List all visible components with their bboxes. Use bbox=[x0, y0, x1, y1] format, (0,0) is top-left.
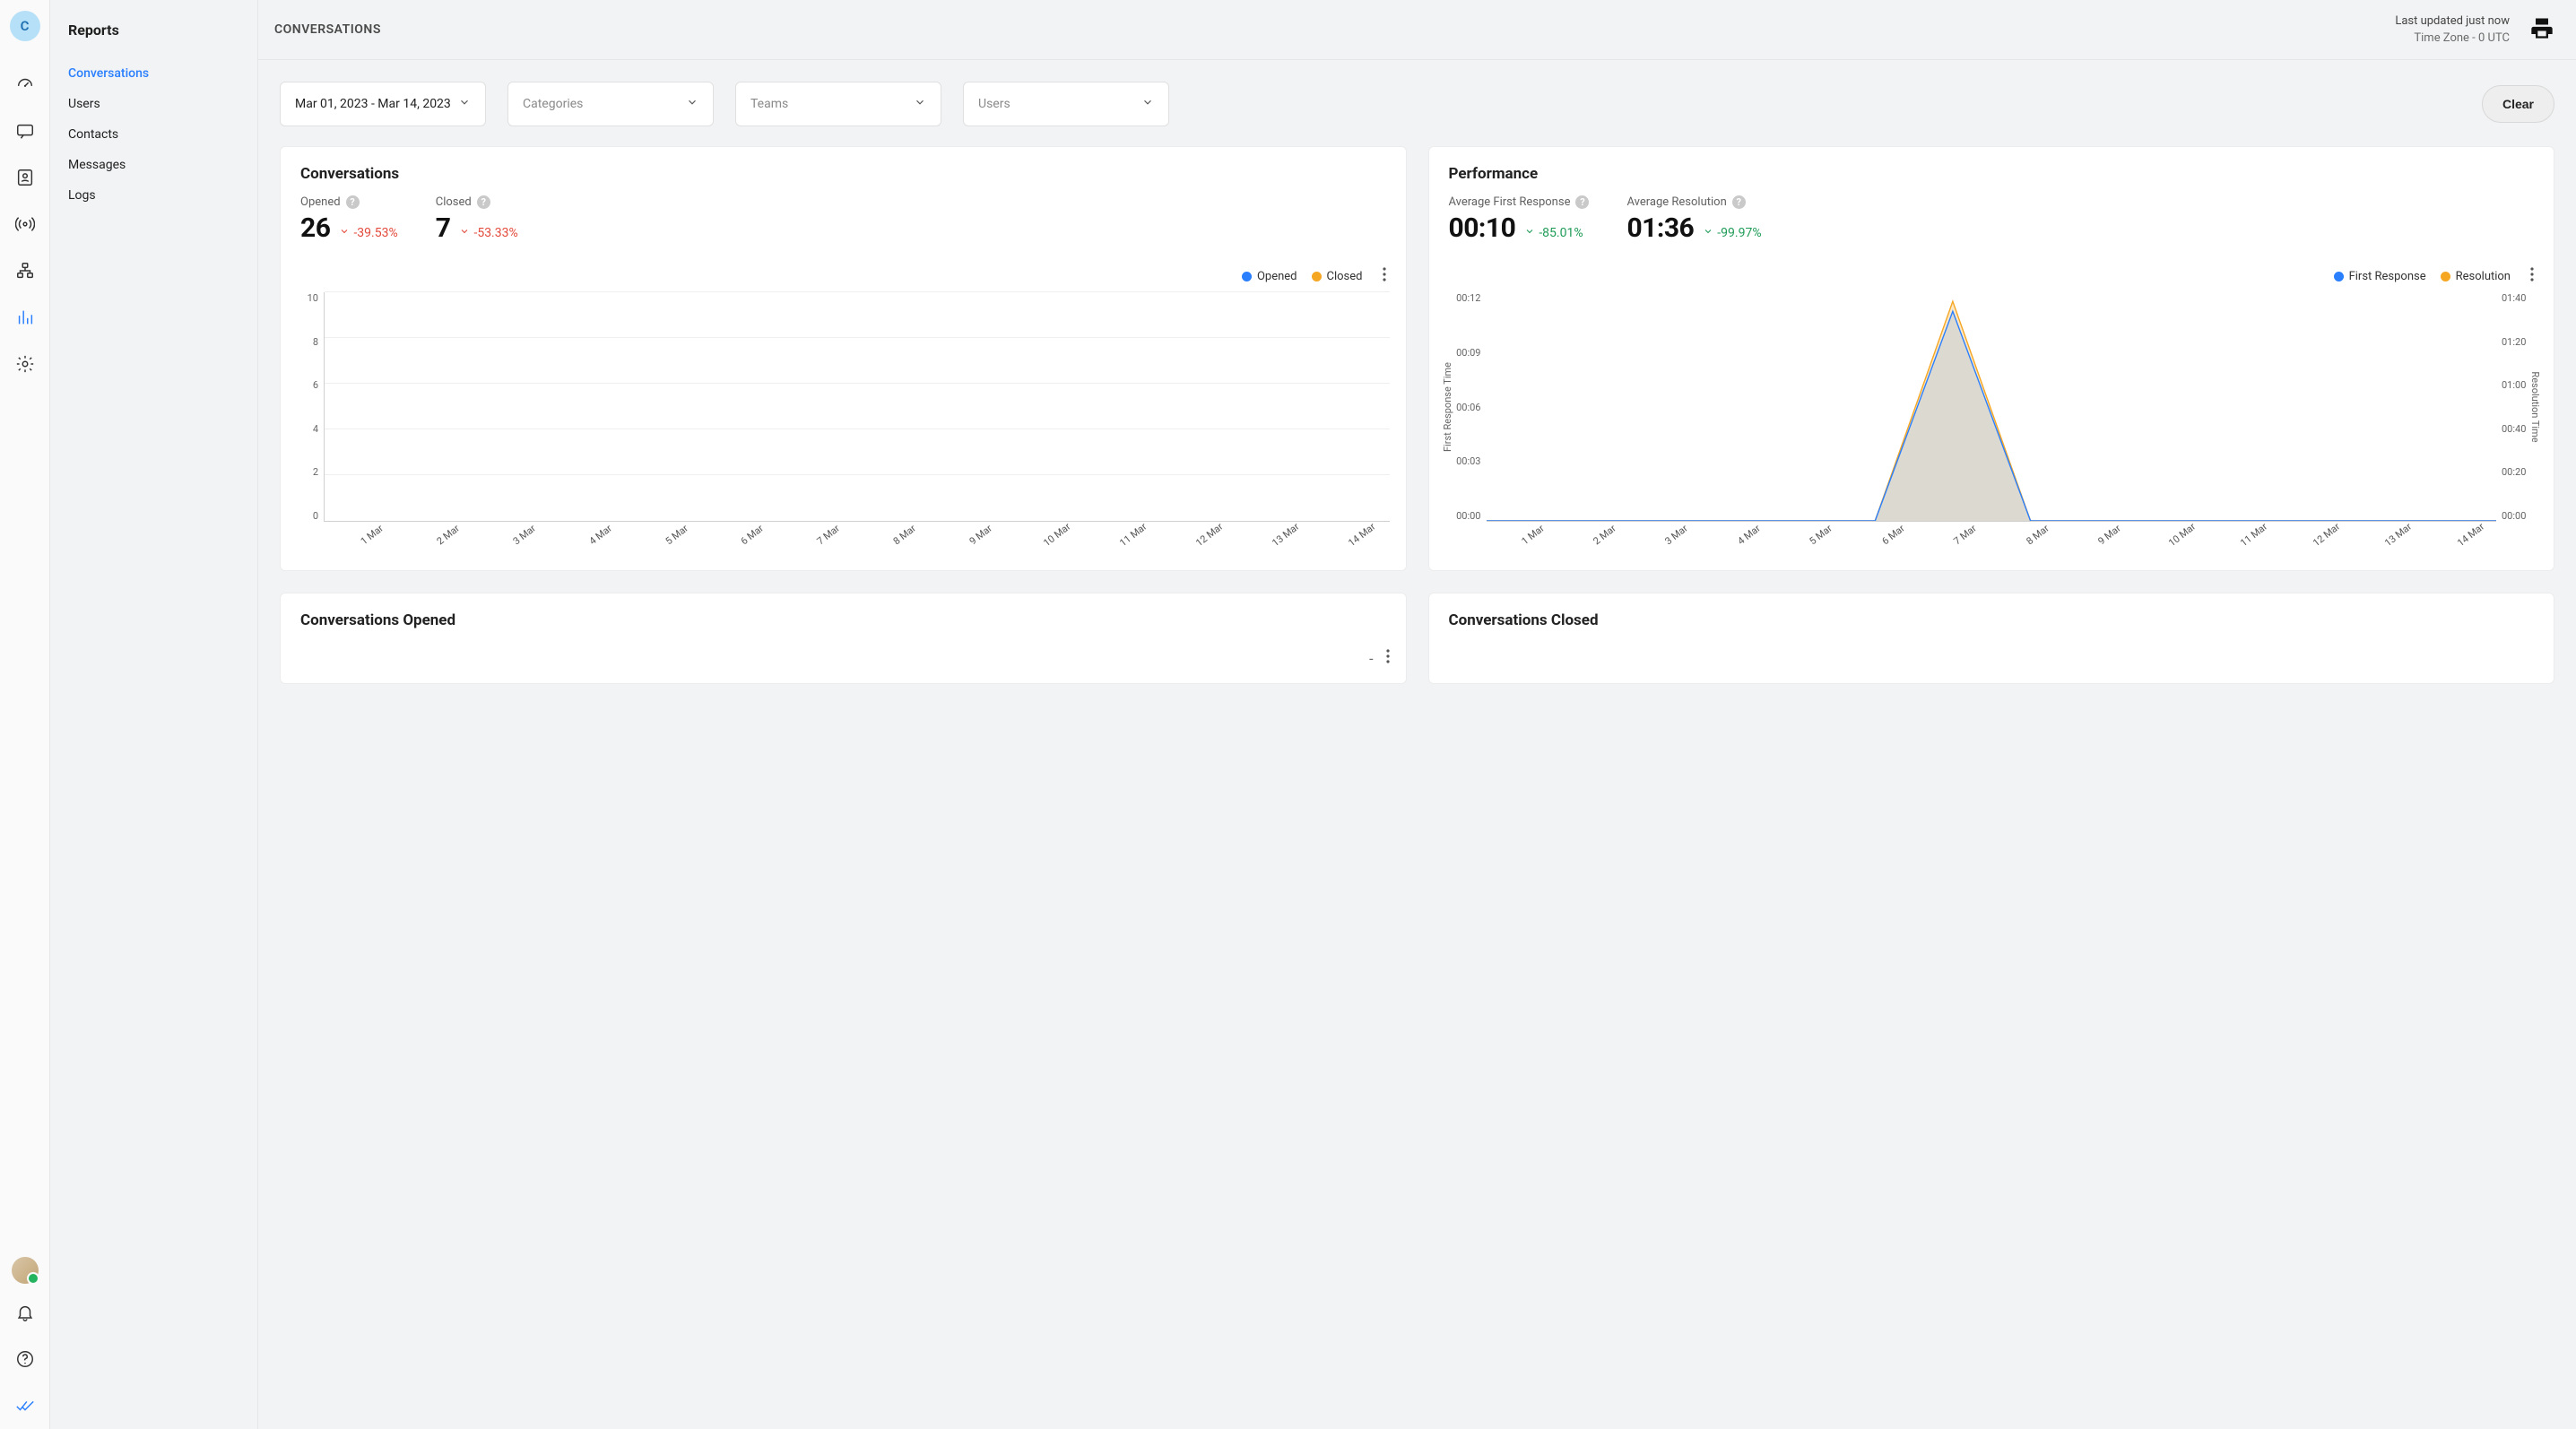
chevron-down-icon bbox=[686, 96, 698, 112]
help-icon[interactable]: ? bbox=[477, 195, 490, 209]
afr-label: Average First Response bbox=[1449, 195, 1571, 209]
ares-delta: -99.97% bbox=[1703, 226, 1761, 240]
teams-placeholder: Teams bbox=[750, 97, 788, 111]
legend-opened: Opened bbox=[1242, 270, 1297, 283]
users-filter[interactable]: Users bbox=[963, 82, 1169, 126]
afr-value: 00:10 bbox=[1449, 212, 1516, 244]
nav-rail: C bbox=[0, 0, 50, 1429]
notifications-icon[interactable] bbox=[7, 1295, 43, 1330]
arrow-down-icon bbox=[459, 226, 470, 240]
dashboard-icon[interactable] bbox=[7, 66, 43, 102]
teams-filter[interactable]: Teams bbox=[735, 82, 941, 126]
page-title: CONVERSATIONS bbox=[274, 22, 381, 37]
conversations-closed-card: Conversations Closed bbox=[1428, 593, 2555, 684]
date-range-value: Mar 01, 2023 - Mar 14, 2023 bbox=[295, 97, 451, 111]
help-icon[interactable]: ? bbox=[346, 195, 360, 209]
org-icon[interactable] bbox=[7, 253, 43, 289]
sidebar-item-conversations[interactable]: Conversations bbox=[68, 58, 257, 89]
performance-card: Performance Average First Response ? 00:… bbox=[1428, 146, 2555, 571]
opened-value: 26 bbox=[300, 212, 330, 244]
settings-icon[interactable] bbox=[7, 346, 43, 382]
arrow-down-icon bbox=[339, 226, 350, 240]
current-user-avatar[interactable] bbox=[12, 1257, 39, 1284]
conversations-card-title: Conversations bbox=[300, 165, 1386, 183]
help-icon[interactable]: ? bbox=[1575, 195, 1589, 209]
afr-delta: -85.01% bbox=[1524, 226, 1583, 240]
legend-resolution: Resolution bbox=[2441, 270, 2511, 283]
double-check-icon[interactable] bbox=[7, 1388, 43, 1424]
help-icon[interactable]: ? bbox=[1732, 195, 1746, 209]
filter-row: Mar 01, 2023 - Mar 14, 2023 Categories T… bbox=[280, 82, 2554, 126]
sidebar-title: Reports bbox=[68, 22, 257, 39]
conversations-card: Conversations Opened ? 26 bbox=[280, 146, 1407, 571]
last-updated-text: Last updated just now bbox=[2395, 13, 2510, 30]
opened-delta: -39.53% bbox=[339, 226, 397, 240]
conversations-bar-chart: 1086420 bbox=[297, 292, 1390, 522]
print-icon[interactable] bbox=[2529, 15, 2554, 44]
header-meta: Last updated just now Time Zone - 0 UTC bbox=[2395, 13, 2510, 48]
chevron-down-icon bbox=[1141, 96, 1154, 112]
chart-menu-icon[interactable] bbox=[1377, 267, 1386, 285]
legend-first-response: First Response bbox=[2334, 270, 2426, 283]
ares-value: 01:36 bbox=[1626, 212, 1694, 244]
opened-label: Opened bbox=[300, 195, 341, 209]
categories-placeholder: Categories bbox=[523, 97, 583, 111]
chart-menu-icon[interactable] bbox=[2525, 267, 2534, 285]
closed-delta: -53.33% bbox=[459, 226, 517, 240]
contacts-icon[interactable] bbox=[7, 160, 43, 195]
users-placeholder: Users bbox=[978, 97, 1010, 111]
conversations-opened-card: Conversations Opened - bbox=[280, 593, 1407, 684]
sidebar-item-contacts[interactable]: Contacts bbox=[68, 119, 257, 150]
messages-icon[interactable] bbox=[7, 113, 43, 149]
sidebar-item-messages[interactable]: Messages bbox=[68, 150, 257, 180]
ares-label: Average Resolution bbox=[1626, 195, 1726, 209]
conversations-opened-title: Conversations Opened bbox=[300, 611, 1386, 629]
broadcast-icon[interactable] bbox=[7, 206, 43, 242]
workspace-avatar[interactable]: C bbox=[10, 11, 40, 41]
chart-menu-icon[interactable] bbox=[1386, 649, 1390, 667]
closed-label: Closed bbox=[436, 195, 472, 209]
conversations-closed-title: Conversations Closed bbox=[1449, 611, 2535, 629]
date-range-picker[interactable]: Mar 01, 2023 - Mar 14, 2023 bbox=[280, 82, 486, 126]
sidebar: Reports Conversations Users Contacts Mes… bbox=[50, 0, 258, 1429]
categories-filter[interactable]: Categories bbox=[507, 82, 714, 126]
legend-closed: Closed bbox=[1312, 270, 1363, 283]
performance-card-title: Performance bbox=[1449, 165, 2535, 183]
chevron-down-icon bbox=[458, 96, 471, 112]
performance-line-chart: 00:1200:0900:0600:0300:00 01:4001:2001:0… bbox=[1445, 292, 2538, 522]
arrow-down-icon bbox=[1703, 226, 1713, 240]
sidebar-item-logs[interactable]: Logs bbox=[68, 180, 257, 211]
help-icon[interactable] bbox=[7, 1341, 43, 1377]
chevron-down-icon bbox=[914, 96, 926, 112]
sidebar-item-users[interactable]: Users bbox=[68, 89, 257, 119]
empty-value: - bbox=[1369, 650, 1373, 667]
arrow-down-icon bbox=[1524, 226, 1535, 240]
clear-button[interactable]: Clear bbox=[2482, 85, 2554, 123]
timezone-text: Time Zone - 0 UTC bbox=[2395, 30, 2510, 48]
topbar: CONVERSATIONS Last updated just now Time… bbox=[258, 0, 2576, 59]
closed-value: 7 bbox=[436, 212, 451, 244]
reports-icon[interactable] bbox=[7, 299, 43, 335]
